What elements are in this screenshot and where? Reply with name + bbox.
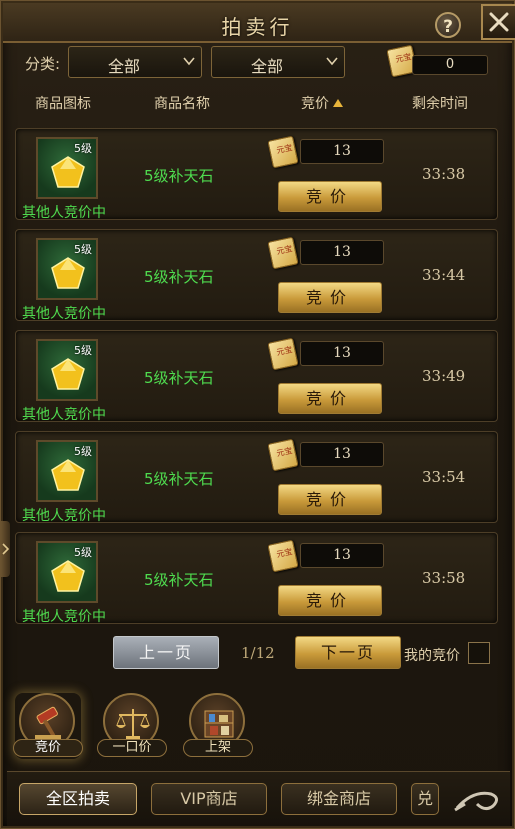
- listing-row: 5级 其他人竞价中 5级补天石 元宝 13 竞价 33:49: [15, 330, 498, 423]
- chevron-down-icon: [326, 57, 338, 66]
- mode-list-button[interactable]: 上架: [183, 693, 253, 759]
- column-header-price[interactable]: 竞价: [301, 93, 343, 113]
- listing-row: 5级 其他人竞价中 5级补天石 元宝 13 竞价 33:38: [15, 128, 498, 221]
- gem-icon: [51, 156, 85, 188]
- gem-icon: [51, 257, 85, 289]
- item-level: 5级: [74, 142, 92, 155]
- my-bids-label: 我的竞价: [404, 648, 460, 664]
- mode-bid-label: 竞价: [13, 739, 83, 757]
- ingot-scroll-icon: 元宝: [267, 539, 299, 573]
- item-name: 5级补天石: [144, 268, 214, 286]
- prev-page-button[interactable]: 上一页: [113, 636, 219, 669]
- title-bar: 拍卖行 ?: [3, 3, 515, 43]
- time-remaining: 33:49: [422, 367, 466, 385]
- bid-button[interactable]: 竞价: [278, 585, 382, 616]
- ingot-scroll-icon: 元宝: [267, 438, 299, 472]
- side-panel-handle[interactable]: [1, 521, 10, 577]
- item-level: 5级: [74, 344, 92, 357]
- bid-button[interactable]: 竞价: [278, 181, 382, 212]
- column-header-price-label: 竞价: [301, 96, 329, 112]
- mode-list-label: 上架: [183, 739, 253, 757]
- gavel-icon: [35, 706, 61, 739]
- swirl-scroll-icon[interactable]: [453, 786, 503, 814]
- bid-status: 其他人竞价中: [22, 508, 106, 524]
- listing-row: 5级 其他人竞价中 5级补天石 元宝 13 竞价 33:58: [15, 532, 498, 625]
- chevron-down-icon: [183, 57, 195, 66]
- sort-ascending-icon: [333, 99, 343, 107]
- listing-row: 5级 其他人竞价中 5级补天石 元宝 13 竞价 33:44: [15, 229, 498, 322]
- listing-row: 5级 其他人竞价中 5级补天石 元宝 13 竞价 33:54: [15, 431, 498, 524]
- time-remaining: 33:58: [422, 569, 466, 587]
- shop-shelf-icon: [204, 710, 234, 738]
- page-indicator: 1/12: [241, 644, 275, 662]
- chevron-right-icon: [2, 543, 9, 555]
- item-name: 5级补天石: [144, 470, 214, 488]
- mode-buyout-label: 一口价: [97, 739, 167, 757]
- item-level: 5级: [74, 243, 92, 256]
- item-name: 5级补天石: [144, 369, 214, 387]
- help-button[interactable]: ?: [435, 12, 461, 38]
- bid-button[interactable]: 竞价: [278, 282, 382, 313]
- close-icon: [489, 12, 509, 32]
- bid-status: 其他人竞价中: [22, 407, 106, 423]
- shop-tab-bar: 全区拍卖 VIP商店 绑金商店 兑: [7, 771, 510, 826]
- current-price: 13: [300, 341, 384, 366]
- time-remaining: 33:54: [422, 468, 466, 486]
- time-remaining: 33:44: [422, 266, 466, 284]
- time-remaining: 33:38: [422, 165, 466, 183]
- gem-icon: [51, 459, 85, 491]
- category-dropdown[interactable]: 全部: [68, 46, 202, 78]
- tab-vip-shop[interactable]: VIP商店: [151, 783, 267, 815]
- close-button[interactable]: [481, 4, 515, 40]
- bid-button[interactable]: 竞价: [278, 484, 382, 515]
- ingot-scroll-icon: 元宝: [267, 236, 299, 270]
- item-slot[interactable]: 5级: [36, 541, 98, 603]
- gem-icon: [51, 560, 85, 592]
- next-page-button[interactable]: 下一页: [295, 636, 401, 669]
- bid-status: 其他人竞价中: [22, 205, 106, 221]
- subcategory-dropdown[interactable]: 全部: [211, 46, 345, 78]
- balance-display: 0: [412, 55, 488, 75]
- column-header-name: 商品名称: [154, 96, 210, 112]
- item-level: 5级: [74, 445, 92, 458]
- auction-window: 拍卖行 ? 分类: 全部 全部 元宝 0 商品图标 商品名称 竞价 剩余时间 5…: [0, 0, 515, 829]
- ingot-scroll-icon: 元宝: [267, 135, 299, 169]
- column-header-icon: 商品图标: [35, 96, 91, 112]
- tab-exchange[interactable]: 兑: [411, 783, 439, 815]
- current-price: 13: [300, 543, 384, 568]
- bid-button[interactable]: 竞价: [278, 383, 382, 414]
- item-slot[interactable]: 5级: [36, 440, 98, 502]
- subcategory-dropdown-value: 全部: [250, 57, 283, 76]
- bid-status: 其他人竞价中: [22, 609, 106, 625]
- bid-status: 其他人竞价中: [22, 306, 106, 322]
- tab-server-auction[interactable]: 全区拍卖: [19, 783, 137, 815]
- item-name: 5级补天石: [144, 167, 214, 185]
- my-bids-checkbox[interactable]: [468, 642, 490, 664]
- item-level: 5级: [74, 546, 92, 559]
- item-slot[interactable]: 5级: [36, 339, 98, 401]
- mode-buyout-button[interactable]: 一口价: [97, 693, 167, 759]
- current-price: 13: [300, 240, 384, 265]
- item-name: 5级补天石: [144, 571, 214, 589]
- category-filter-label: 分类:: [25, 55, 61, 73]
- current-price: 13: [300, 139, 384, 164]
- column-header-time: 剩余时间: [412, 96, 468, 112]
- ingot-scroll-icon: 元宝: [267, 337, 299, 371]
- mode-bid-button[interactable]: 竞价: [13, 693, 83, 759]
- tab-bound-gold-shop[interactable]: 绑金商店: [281, 783, 397, 815]
- item-slot[interactable]: 5级: [36, 137, 98, 199]
- gem-icon: [51, 358, 85, 390]
- item-slot[interactable]: 5级: [36, 238, 98, 300]
- current-price: 13: [300, 442, 384, 467]
- scale-icon: [116, 709, 150, 739]
- category-dropdown-value: 全部: [107, 57, 140, 76]
